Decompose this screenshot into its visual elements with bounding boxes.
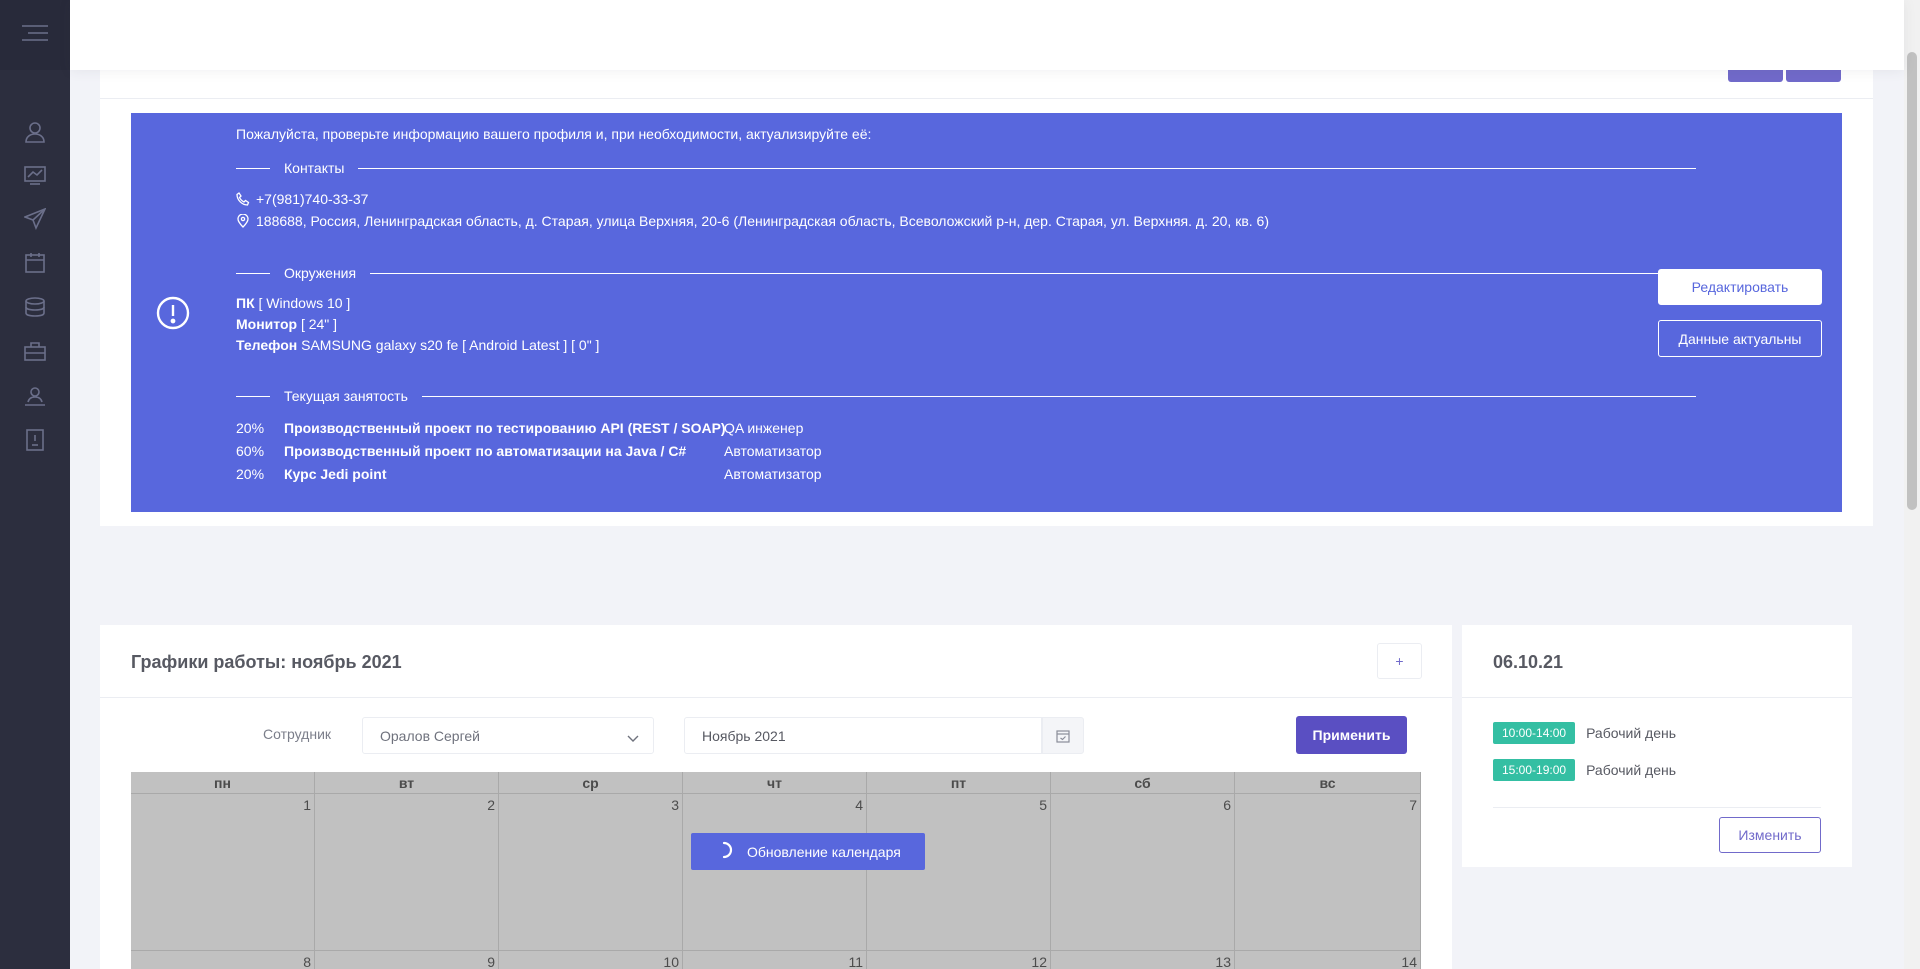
send-icon[interactable] xyxy=(22,206,48,232)
exclamation-circle-icon xyxy=(156,296,190,330)
schedule-panel: Графики работы: ноябрь 2021 + Сотрудник … xyxy=(100,625,1452,969)
schedule-title: Графики работы: ноябрь 2021 xyxy=(131,652,402,672)
env-monitor: Монитор [ 24" ] xyxy=(236,316,338,332)
time-badge: 10:00-14:00 xyxy=(1493,722,1576,744)
calendar-check-icon xyxy=(1056,729,1070,743)
employee-label: Сотрудник xyxy=(263,726,332,742)
env-phone: Телефон SAMSUNG galaxy s20 fe [ Android … xyxy=(236,337,600,353)
calendar-picker-button[interactable] xyxy=(1042,717,1084,754)
weekday-header: вт xyxy=(315,772,499,794)
day-details-panel: 06.10.21 10:00-14:00 Рабочий день 15:00-… xyxy=(1462,625,1852,867)
apply-button[interactable]: Применить xyxy=(1296,716,1407,754)
add-schedule-button[interactable]: + xyxy=(1377,643,1422,679)
divider xyxy=(1462,697,1852,698)
contact-address: 188688, Россия, Ленинградская область, д… xyxy=(236,213,1269,229)
calendar-day-cell[interactable]: 1 xyxy=(131,794,315,951)
calendar-day-cell[interactable]: 4 xyxy=(683,794,867,951)
phone-icon xyxy=(236,192,250,206)
selected-date: 06.10.21 xyxy=(1493,652,1564,672)
calendar-day-cell[interactable]: 3 xyxy=(499,794,683,951)
employee-select[interactable]: Оралов Сергей xyxy=(362,717,654,754)
employment-section-title: Текущая занятость xyxy=(236,388,1696,404)
calendar-day-cell[interactable]: 7 xyxy=(1235,794,1421,951)
divider xyxy=(100,697,1452,698)
employment-row: 60% Производственный проект по автоматиз… xyxy=(236,443,822,459)
weekday-header: вс xyxy=(1235,772,1421,794)
employment-row: 20% Производственный проект по тестирова… xyxy=(236,420,804,436)
calendar-day-cell[interactable]: 2 xyxy=(315,794,499,951)
alert-intro: Пожалуйста, проверьте информацию вашего … xyxy=(236,126,872,142)
weekday-header: чт xyxy=(683,772,867,794)
chart-icon[interactable] xyxy=(22,162,48,188)
calendar-day-cell[interactable]: 12 xyxy=(867,951,1051,969)
time-badge: 15:00-19:00 xyxy=(1493,759,1576,781)
page-scrollbar[interactable] xyxy=(1904,0,1920,969)
briefcase-icon[interactable] xyxy=(22,338,48,364)
menu-toggle-icon[interactable] xyxy=(22,25,48,45)
divider xyxy=(1493,807,1821,808)
user-board-icon[interactable] xyxy=(22,383,48,409)
divider xyxy=(100,98,1873,99)
confirm-data-button[interactable]: Данные актуальны xyxy=(1658,320,1822,357)
edit-profile-button[interactable]: Редактировать xyxy=(1658,269,1822,305)
calendar-day-cell[interactable]: 10 xyxy=(499,951,683,969)
change-button[interactable]: Изменить xyxy=(1719,817,1821,853)
section-label: Окружения xyxy=(284,265,357,281)
calendar-day-cell[interactable]: 13 xyxy=(1051,951,1235,969)
weekday-header: сб xyxy=(1051,772,1235,794)
stack-icon[interactable] xyxy=(22,294,48,320)
contact-phone: +7(981)740-33-37 xyxy=(236,191,368,207)
calendar-day-cell[interactable]: 5 xyxy=(867,794,1051,951)
scrollbar-thumb[interactable] xyxy=(1907,52,1917,510)
calendar-day-cell[interactable]: 8 xyxy=(131,951,315,969)
section-label: Текущая занятость xyxy=(284,388,408,404)
month-input[interactable]: Ноябрь 2021 xyxy=(684,717,1042,754)
weekday-header: ср xyxy=(499,772,683,794)
time-slot: 15:00-19:00 Рабочий день xyxy=(1493,759,1676,781)
weekday-header: пт xyxy=(867,772,1051,794)
time-slot: 10:00-14:00 Рабочий день xyxy=(1493,722,1676,744)
map-pin-icon xyxy=(237,214,249,228)
employment-row: 20% Курс Jedi point Автоматизатор xyxy=(236,466,822,482)
calendar-day-cell[interactable]: 9 xyxy=(315,951,499,969)
user-icon[interactable] xyxy=(22,119,48,145)
environment-section-title: Окружения xyxy=(236,265,1696,281)
section-label: Контакты xyxy=(284,160,345,176)
env-pc: ПК [ Windows 10 ] xyxy=(236,295,351,311)
calendar-icon[interactable] xyxy=(22,250,48,276)
top-header xyxy=(70,0,1904,70)
calendar-day-cell[interactable]: 6 xyxy=(1051,794,1235,951)
document-icon[interactable] xyxy=(22,427,48,453)
weekday-header: пн xyxy=(131,772,315,794)
chevron-down-icon xyxy=(627,730,639,746)
profile-alert: Пожалуйста, проверьте информацию вашего … xyxy=(131,113,1842,512)
calendar-loading-indicator: Обновление календаря xyxy=(691,833,925,870)
spinner-icon xyxy=(715,841,733,862)
contacts-section-title: Контакты xyxy=(236,160,1696,176)
calendar-day-cell[interactable]: 11 xyxy=(683,951,867,969)
sidebar-brand xyxy=(0,0,70,70)
calendar-day-cell[interactable]: 14 xyxy=(1235,951,1421,969)
calendar-grid: пн вт ср чт пт сб вс 1 2 3 4 5 6 7 8 9 1… xyxy=(131,772,1421,969)
sidebar xyxy=(0,0,70,969)
